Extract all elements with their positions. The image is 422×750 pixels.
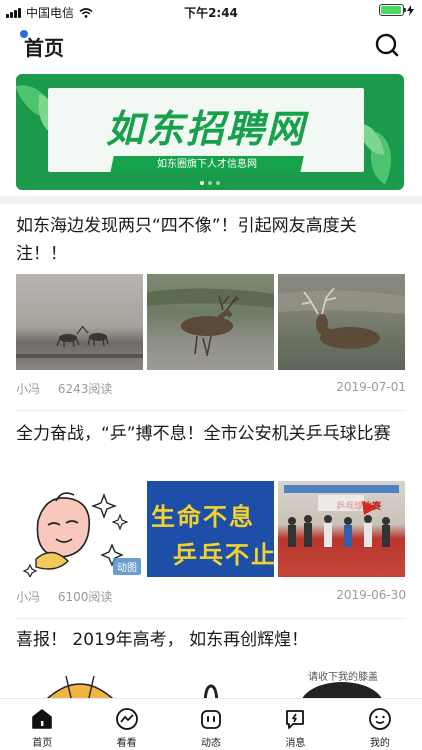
section-separator bbox=[0, 196, 422, 204]
trend-icon bbox=[115, 708, 138, 730]
thumbnail-caption: 生命不息 bbox=[151, 503, 255, 531]
page-title: 首页 bbox=[24, 36, 64, 60]
status-bar: 中国电信 下午2:44 bbox=[0, 0, 422, 22]
tab-label: 首页 bbox=[32, 738, 53, 749]
gif-badge: 动图 bbox=[113, 558, 141, 575]
status-time: 下午2:44 bbox=[184, 6, 238, 20]
article-item[interactable]: 如东海边发现两只“四不像”！引起网友高度关注！！ 小冯 6243阅读 2019-… bbox=[16, 212, 406, 402]
carousel-dot bbox=[208, 181, 212, 185]
article-thumbnail-image: 请收下我的膝盖 bbox=[278, 666, 405, 698]
article-thumbnail-image: 动图 bbox=[16, 481, 143, 577]
message-icon bbox=[286, 710, 305, 729]
battery-icon bbox=[379, 4, 406, 16]
tab-label: 动态 bbox=[201, 738, 222, 749]
banner-title: 如东招聘网 bbox=[105, 106, 306, 151]
article-thumbnail-image bbox=[147, 274, 274, 370]
article-author: 小冯 bbox=[16, 382, 41, 396]
page-header: 首页 bbox=[0, 26, 422, 66]
charging-bolt-icon bbox=[407, 4, 414, 16]
carousel-dots bbox=[16, 181, 404, 185]
article-thumbnails bbox=[16, 274, 405, 370]
robot-icon bbox=[201, 710, 221, 729]
tab-home[interactable]: 首页 bbox=[0, 699, 84, 750]
article-meta: 小冯 6100阅读 2019-06-30 bbox=[16, 588, 406, 605]
carousel-dot bbox=[200, 181, 204, 185]
divider bbox=[16, 410, 406, 411]
banner-card: 如东招聘网 如东圈旗下人才信息网 bbox=[48, 88, 364, 173]
tab-feed[interactable]: 动态 bbox=[169, 699, 253, 750]
article-meta: 小冯 6243阅读 2019-07-01 bbox=[16, 380, 406, 397]
status-right bbox=[379, 4, 414, 16]
thumbnail-caption: 乒乓不止 bbox=[173, 541, 274, 569]
article-thumbnails: 动图 生命不息 乒乓不止 乒乓球比赛 bbox=[16, 481, 405, 577]
article-date: 2019-06-30 bbox=[336, 588, 406, 602]
carousel-dot bbox=[216, 181, 220, 185]
banner-subtitle: 如东圈旗下人才信息网 bbox=[110, 156, 304, 173]
tab-label: 看看 bbox=[116, 738, 137, 749]
bottom-tab-bar: 首页 看看 动态 消息 我的 bbox=[0, 698, 422, 750]
article-thumbnail-image: 乒乓球比赛 bbox=[278, 481, 405, 577]
article-title: 如东海边发现两只“四不像”！引起网友高度关注！！ bbox=[16, 216, 357, 264]
search-icon[interactable] bbox=[374, 32, 400, 58]
tab-profile[interactable]: 我的 bbox=[338, 699, 422, 750]
article-thumbnail-image bbox=[16, 274, 143, 370]
article-title: 全力奋战，“乒”搏不息！全市公安机关乒乓球比赛 bbox=[16, 424, 391, 444]
article-item[interactable]: 喜报！ 2019年高考， 如东再创辉煌！ 请收下我的膝盖 bbox=[16, 626, 406, 698]
home-icon bbox=[32, 709, 53, 729]
article-thumbnail-image bbox=[147, 666, 274, 698]
article-thumbnail-image bbox=[278, 274, 405, 370]
article-author: 小冯 bbox=[16, 590, 41, 604]
tab-messages[interactable]: 消息 bbox=[253, 699, 337, 750]
article-reads: 6100阅读 bbox=[57, 590, 113, 604]
article-thumbnail-image: 生命不息 乒乓不止 bbox=[147, 481, 274, 577]
battery-fill bbox=[381, 6, 401, 14]
smile-icon bbox=[368, 708, 391, 730]
article-title: 喜报！ 2019年高考， 如东再创辉煌！ bbox=[16, 630, 309, 650]
article-reads: 6243阅读 bbox=[57, 382, 113, 396]
article-thumbnail-image bbox=[16, 666, 143, 698]
article-thumbnails: 请收下我的膝盖 bbox=[16, 666, 405, 698]
article-item[interactable]: 全力奋战，“乒”搏不息！全市公安机关乒乓球比赛 动图 生命不息 乒乓不止 乒乓球… bbox=[16, 420, 406, 610]
article-date: 2019-07-01 bbox=[336, 380, 406, 394]
banner-carousel[interactable]: 如东招聘网 如东圈旗下人才信息网 bbox=[16, 74, 404, 190]
divider bbox=[16, 618, 406, 619]
tab-label: 消息 bbox=[285, 738, 306, 749]
tab-watch[interactable]: 看看 bbox=[84, 699, 168, 750]
tab-label: 我的 bbox=[369, 738, 390, 749]
